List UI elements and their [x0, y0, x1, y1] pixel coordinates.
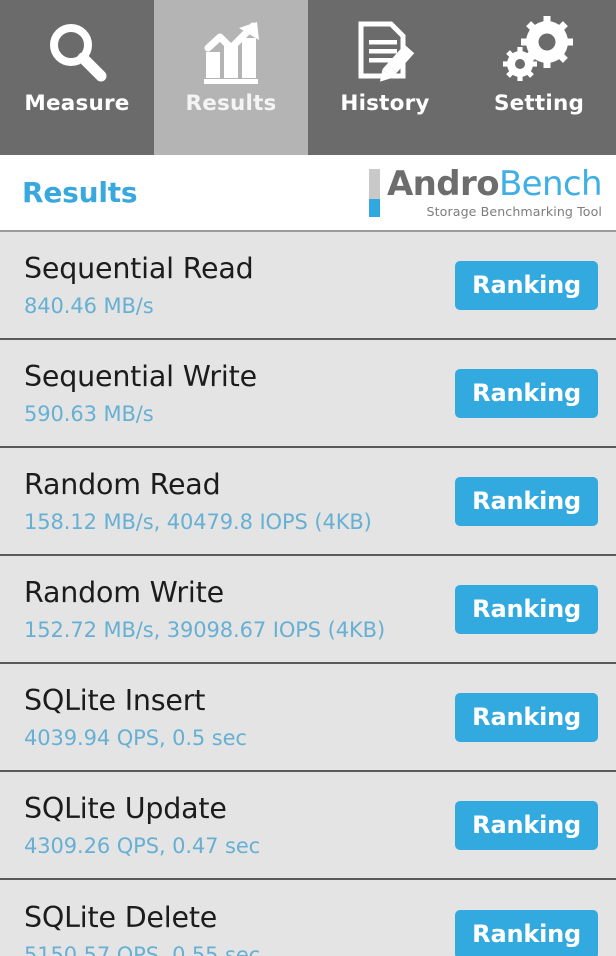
- gears-icon: [501, 14, 577, 90]
- magnifier-icon: [39, 14, 115, 90]
- result-value: 840.46 MB/s: [24, 293, 154, 318]
- tab-setting[interactable]: Setting: [462, 0, 616, 155]
- result-title: Random Read: [24, 467, 221, 501]
- result-title: Sequential Read: [24, 251, 254, 285]
- tab-measure-label: Measure: [24, 91, 130, 116]
- tab-history-label: History: [340, 91, 430, 116]
- table-row[interactable]: Sequential Write 590.63 MB/s Ranking: [0, 340, 616, 448]
- result-text-group: SQLite Insert 4039.94 QPS, 0.5 sec: [24, 684, 247, 751]
- page-header: Results AndroBench Storage Benchmarking …: [0, 155, 616, 232]
- ranking-button[interactable]: Ranking: [455, 800, 598, 850]
- tab-results[interactable]: Results: [154, 0, 308, 155]
- result-text-group: SQLite Update 4309.26 QPS, 0.47 sec: [24, 792, 260, 859]
- result-title: SQLite Update: [24, 791, 227, 825]
- table-row[interactable]: Sequential Read 840.46 MB/s Ranking: [0, 232, 616, 340]
- ranking-button[interactable]: Ranking: [455, 692, 598, 742]
- logo-accent-bar-top: [368, 168, 380, 200]
- logo-word-andro: Andro: [386, 163, 500, 204]
- androbench-logo: AndroBench Storage Benchmarking Tool: [368, 163, 603, 219]
- result-value: 152.72 MB/s, 39098.67 IOPS (4KB): [24, 617, 386, 642]
- logo-wordmark: AndroBench: [386, 163, 603, 204]
- androbench-app: Measure Results History Setting Results …: [0, 0, 616, 956]
- result-title: Sequential Write: [24, 359, 257, 393]
- result-text-group: Sequential Read 840.46 MB/s: [24, 252, 254, 319]
- result-title: SQLite Insert: [24, 683, 206, 717]
- tab-measure[interactable]: Measure: [0, 0, 154, 155]
- bar-chart-arrow-icon: [193, 14, 269, 90]
- document-pencil-icon: [347, 14, 423, 90]
- page-title: Results: [22, 176, 138, 209]
- ranking-button[interactable]: Ranking: [455, 584, 598, 634]
- result-value: 4039.94 QPS, 0.5 sec: [24, 725, 247, 750]
- table-row[interactable]: Random Read 158.12 MB/s, 40479.8 IOPS (4…: [0, 448, 616, 556]
- table-row[interactable]: SQLite Update 4309.26 QPS, 0.47 sec Rank…: [0, 772, 616, 880]
- table-row[interactable]: SQLite Insert 4039.94 QPS, 0.5 sec Ranki…: [0, 664, 616, 772]
- logo-text: AndroBench Storage Benchmarking Tool: [386, 163, 603, 219]
- logo-accent-bar: [368, 168, 380, 217]
- tab-history[interactable]: History: [308, 0, 462, 155]
- tab-setting-label: Setting: [493, 91, 585, 116]
- result-title: SQLite Delete: [24, 900, 218, 934]
- results-list: Sequential Read 840.46 MB/s Ranking Sequ…: [0, 232, 616, 956]
- result-value: 5150.57 QPS, 0.55 sec: [24, 942, 261, 956]
- result-value: 158.12 MB/s, 40479.8 IOPS (4KB): [24, 509, 372, 534]
- result-value: 4309.26 QPS, 0.47 sec: [24, 833, 261, 858]
- logo-word-bench: Bench: [498, 163, 603, 204]
- ranking-button[interactable]: Ranking: [455, 260, 598, 310]
- ranking-button[interactable]: Ranking: [455, 476, 598, 526]
- logo-tagline: Storage Benchmarking Tool: [426, 203, 602, 219]
- ranking-button[interactable]: Ranking: [455, 909, 598, 956]
- table-row[interactable]: SQLite Delete 5150.57 QPS, 0.55 sec Rank…: [0, 880, 616, 956]
- result-value: 590.63 MB/s: [24, 401, 154, 426]
- result-text-group: Sequential Write 590.63 MB/s: [24, 360, 257, 427]
- result-text-group: Random Read 158.12 MB/s, 40479.8 IOPS (4…: [24, 468, 372, 535]
- result-text-group: SQLite Delete 5150.57 QPS, 0.55 sec: [24, 901, 260, 956]
- table-row[interactable]: Random Write 152.72 MB/s, 39098.67 IOPS …: [0, 556, 616, 664]
- result-title: Random Write: [24, 575, 224, 609]
- ranking-button[interactable]: Ranking: [455, 368, 598, 418]
- result-text-group: Random Write 152.72 MB/s, 39098.67 IOPS …: [24, 576, 385, 643]
- main-tab-bar: Measure Results History Setting: [0, 0, 616, 155]
- tab-results-label: Results: [185, 91, 277, 116]
- logo-accent-bar-bottom: [368, 199, 380, 217]
